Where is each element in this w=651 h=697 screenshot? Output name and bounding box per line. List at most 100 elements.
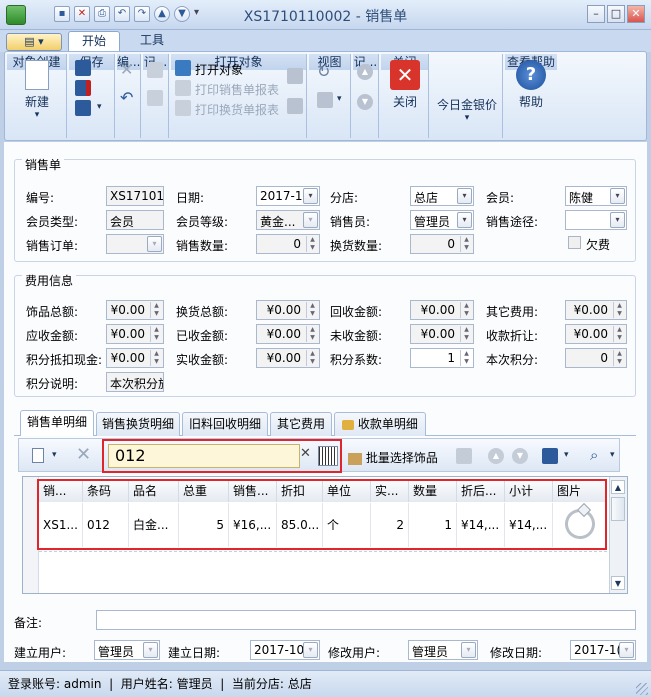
scroll-up-icon[interactable]: ▲ [611, 480, 625, 494]
recycle-spinner-icon[interactable]: ▲ ▼ [460, 302, 472, 318]
group-record2: ▲ ▼ 记... [353, 54, 379, 138]
channel-dropdown-icon[interactable]: ▾ [610, 212, 625, 228]
view-chevron-icon[interactable]: ▾ [337, 94, 342, 104]
other-fee-label: 其它费用: [486, 305, 539, 319]
resize-grip-icon[interactable] [636, 683, 648, 695]
creator-dropdown-icon[interactable]: ▾ [143, 642, 158, 658]
group-view: ↻ ▾ 视图 [309, 54, 351, 138]
owe-label: 欠费 [586, 238, 611, 252]
refresh-icon[interactable]: ↻ [317, 62, 330, 81]
record-copy-icon[interactable] [147, 62, 163, 78]
printer-icon[interactable] [287, 68, 303, 84]
prev-record-icon[interactable]: ▲ [357, 64, 373, 80]
maximize-button[interactable]: □ [607, 5, 625, 23]
barcode-scan-icon[interactable] [318, 446, 338, 466]
exchange-qty-spinner-icon[interactable]: ▲ ▼ [460, 236, 472, 252]
open-object-button[interactable]: 打开对象 [195, 61, 243, 78]
delete-row-icon[interactable]: ✕ [76, 444, 91, 465]
toolbar-up-icon[interactable]: ▲ [488, 448, 504, 464]
close-x-icon: ✕ [390, 60, 420, 90]
exchange-qty-label: 换货数量: [330, 239, 383, 253]
toolbar-find-icon[interactable]: ⌕ [590, 446, 598, 464]
unreceived-spinner-icon[interactable]: ▲ ▼ [460, 326, 472, 342]
current-points-spinner-icon[interactable]: ▲ ▼ [613, 350, 625, 366]
app-menu-button[interactable]: ▤ ▾ [6, 33, 62, 51]
qty-spinner-icon[interactable]: ▲ ▼ [306, 236, 318, 252]
date-label: 日期: [176, 191, 205, 205]
window-title: XS1710110002 - 销售单 [243, 9, 408, 25]
delete-icon[interactable]: ✕ [120, 60, 133, 79]
undo-icon[interactable]: ↶ [120, 88, 133, 107]
member-dropdown-icon[interactable]: ▾ [610, 188, 625, 204]
exchange-total-spinner-icon[interactable]: ▲ ▼ [306, 302, 318, 318]
points-cash-spinner-icon[interactable]: ▲ ▼ [150, 350, 162, 366]
discount-spinner-icon[interactable]: ▲ ▼ [613, 326, 625, 342]
member-level-dropdown-icon[interactable]: ▾ [303, 212, 318, 228]
print-sale-report-button[interactable]: 打印销售单报表 [195, 81, 279, 98]
toolbar-save-icon[interactable] [542, 448, 558, 464]
create-date-dropdown-icon[interactable]: ▾ [303, 642, 318, 658]
gold-price-button[interactable]: 今日金银价 ▾ [433, 96, 501, 123]
close-button[interactable]: ✕ 关闭 [383, 60, 427, 110]
save-icon[interactable] [75, 60, 91, 76]
toolbar-more-chevron-icon[interactable]: ▾ [610, 450, 615, 460]
help-button[interactable]: ? 帮助 [509, 60, 553, 110]
gold-chevron-icon: ▾ [464, 113, 470, 123]
batch-select-button[interactable]: 批量选择饰品 [348, 449, 438, 466]
tab-other-fee[interactable]: 其它费用 [270, 412, 332, 436]
other-fee-spinner-icon[interactable]: ▲ ▼ [613, 302, 625, 318]
toolbar-down-icon[interactable]: ▼ [512, 448, 528, 464]
code-field[interactable]: XS171011 [106, 186, 164, 206]
member-type-field[interactable]: 会员 [106, 210, 164, 230]
points-factor-spinner-icon[interactable]: ▲ ▼ [460, 350, 472, 366]
tab-tools[interactable]: 工具 [126, 31, 178, 52]
modify-date-dropdown-icon[interactable]: ▾ [619, 642, 634, 658]
seller-dropdown-icon[interactable]: ▾ [457, 212, 472, 228]
points-note-label: 积分说明: [26, 377, 79, 391]
minimize-button[interactable]: – [587, 5, 605, 23]
save-delete-icon[interactable] [75, 80, 91, 96]
help-question-icon: ? [516, 60, 546, 90]
points-note-field[interactable]: 本次积分旅 [106, 372, 164, 392]
new-row-chevron-icon[interactable]: ▾ [52, 450, 57, 460]
printer-alt-icon[interactable] [287, 98, 303, 114]
date-dropdown-icon[interactable]: ▾ [303, 188, 318, 204]
exchange-total-label: 换货总额: [176, 305, 229, 319]
tab-exchange-detail[interactable]: 销售换货明细 [96, 412, 180, 436]
tab-sales-detail[interactable]: 销售单明细 [20, 410, 94, 436]
clear-input-icon[interactable]: ✕ [300, 446, 311, 461]
barcode-input[interactable]: 012 [108, 444, 300, 468]
save-chevron-icon[interactable]: ▾ [97, 102, 102, 112]
qty-label: 销售数量: [176, 239, 229, 253]
owe-checkbox[interactable] [568, 236, 581, 249]
received-label: 已收金额: [176, 329, 229, 343]
toolbar-copy-icon[interactable] [456, 448, 472, 464]
store-dropdown-icon[interactable]: ▾ [457, 188, 472, 204]
new-row-icon[interactable] [32, 448, 44, 463]
tab-start[interactable]: 开始 [68, 31, 120, 52]
scroll-thumb[interactable] [611, 497, 625, 521]
close-window-button[interactable]: ✕ [627, 5, 645, 23]
next-record-icon[interactable]: ▼ [357, 94, 373, 110]
view-layout-icon[interactable] [317, 92, 333, 108]
new-button[interactable]: 新建 ▾ [11, 60, 63, 120]
discount-label: 收款折让: [486, 329, 539, 343]
print-exchange-report-button[interactable]: 打印换货单报表 [195, 101, 279, 118]
create-date-label: 建立日期: [168, 646, 221, 660]
remark-field[interactable] [96, 610, 636, 630]
actual-label: 实收金额: [176, 353, 229, 367]
toolbar-save-chevron-icon[interactable]: ▾ [564, 450, 569, 460]
save-as-icon[interactable] [75, 100, 91, 116]
tab-receipt-detail[interactable]: 收款单明细 [334, 412, 426, 436]
record-paste-icon[interactable] [147, 90, 163, 106]
order-dropdown-icon[interactable]: ▾ [147, 236, 162, 252]
receivable-spinner-icon[interactable]: ▲ ▼ [150, 326, 162, 342]
ribbon: 新建 ▾ 对象创建 ▾ 保存 ✕ ↶ 编... 记... 打开对象 打印销售单报… [4, 51, 647, 141]
tab-recycle-detail[interactable]: 旧料回收明细 [182, 412, 268, 436]
scroll-down-icon[interactable]: ▼ [611, 576, 625, 590]
modifier-dropdown-icon[interactable]: ▾ [461, 642, 476, 658]
received-spinner-icon[interactable]: ▲ ▼ [306, 326, 318, 342]
grid-new-row[interactable] [39, 551, 607, 569]
actual-spinner-icon[interactable]: ▲ ▼ [306, 350, 318, 366]
jewelry-total-spinner-icon[interactable]: ▲ ▼ [150, 302, 162, 318]
